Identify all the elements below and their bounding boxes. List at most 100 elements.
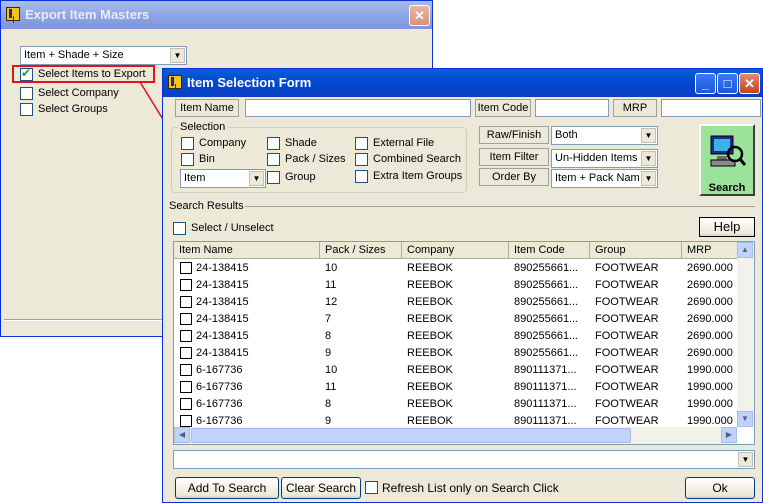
clear-search-button[interactable]: Clear Search [281, 477, 361, 499]
table-cell: 11 [325, 381, 337, 393]
column-header[interactable]: Company [402, 242, 509, 259]
item-code-label: Item Code [475, 99, 531, 117]
help-button[interactable]: Help [699, 217, 755, 237]
shade-checkbox[interactable] [267, 137, 280, 150]
table-cell: FOOTWEAR [595, 381, 659, 393]
table-cell: REEBOK [407, 347, 453, 359]
pack-sizes-checkbox[interactable] [267, 153, 280, 166]
scroll-down-icon[interactable]: ▼ [737, 411, 753, 427]
table-row[interactable]: 24-138415 12 REEBOK 890255661... FOOTWEAR 269… [174, 294, 734, 311]
scroll-up-icon[interactable]: ▲ [737, 242, 753, 258]
table-cell: 24-138415 [196, 330, 249, 342]
order-by-combo[interactable]: Item + Pack Nam ▼ [551, 169, 658, 188]
row-checkbox[interactable] [180, 415, 192, 427]
close-icon[interactable]: ✕ [739, 73, 760, 94]
select-unselect-checkbox[interactable] [173, 222, 186, 235]
column-header[interactable]: Item Code [509, 242, 590, 259]
item-name-input[interactable] [245, 99, 471, 117]
combined-search-checkbox[interactable] [355, 153, 368, 166]
horizontal-scroll-thumb[interactable] [191, 428, 631, 443]
row-checkbox[interactable] [180, 398, 192, 410]
row-checkbox[interactable] [180, 364, 192, 376]
bottom-combo[interactable]: ▼ [173, 450, 755, 469]
column-header[interactable]: MRP [682, 242, 742, 259]
item-code-input[interactable] [535, 99, 609, 117]
chevron-down-icon[interactable]: ▼ [738, 452, 753, 467]
chevron-down-icon[interactable]: ▼ [641, 151, 656, 166]
row-checkbox[interactable] [180, 330, 192, 342]
column-header[interactable]: Item Name [174, 242, 320, 259]
column-header[interactable]: Group [590, 242, 682, 259]
bin-label: Bin [199, 153, 215, 165]
shade-label: Shade [285, 137, 317, 149]
raw-finish-label: Raw/Finish [479, 126, 549, 144]
table-row[interactable]: 6-167736 11 REEBOK 890111371... FOOTWEAR 1990… [174, 379, 734, 396]
maximize-icon[interactable]: □ [717, 73, 738, 94]
company-checkbox[interactable] [181, 137, 194, 150]
table-cell: 24-138415 [196, 347, 249, 359]
table-cell: 2690.000 [687, 313, 733, 325]
chevron-down-icon[interactable]: ▼ [641, 171, 656, 186]
table-cell: 11 [325, 279, 337, 291]
vertical-scrollbar[interactable]: ▲ ▼ [737, 242, 754, 427]
table-cell: 7 [325, 313, 332, 325]
table-row[interactable]: 24-138415 11 REEBOK 890255661... FOOTWEAR 269… [174, 277, 734, 294]
table-row[interactable]: 24-138415 8 REEBOK 890255661... FOOTWEAR 2690… [174, 328, 734, 345]
row-checkbox[interactable] [180, 279, 192, 291]
table-cell: REEBOK [407, 279, 453, 291]
raw-finish-combo[interactable]: Both ▼ [551, 126, 658, 145]
scroll-left-icon[interactable]: ◀ [174, 427, 190, 443]
row-checkbox[interactable] [180, 262, 192, 274]
external-file-checkbox[interactable] [355, 137, 368, 150]
row-checkbox[interactable] [180, 347, 192, 359]
mrp-input[interactable] [661, 99, 761, 117]
type-combo[interactable]: Item ▼ [180, 169, 266, 188]
row-checkbox[interactable] [180, 296, 192, 308]
raw-finish-value: Both [555, 129, 578, 141]
horizontal-scrollbar[interactable]: ◀ ▶ [174, 427, 737, 444]
table-cell: 10 [325, 364, 338, 376]
selection-form-titlebar[interactable]: Item Selection Form _ □ ✕ [163, 69, 762, 97]
scroll-right-icon[interactable]: ▶ [721, 427, 737, 443]
add-to-search-button[interactable]: Add To Search [175, 477, 279, 499]
table-cell: 890255661... [514, 313, 579, 325]
table-cell: FOOTWEAR [595, 313, 659, 325]
combined-search-label: Combined Search [373, 153, 462, 165]
table-cell: 24-138415 [196, 279, 249, 291]
chevron-down-icon[interactable]: ▼ [249, 171, 264, 186]
extra-item-groups-label: Extra Item Groups [373, 170, 463, 182]
table-cell: 2690.000 [687, 279, 733, 291]
type-combo-value: Item [184, 172, 206, 184]
item-selection-form-window: Item Selection Form _ □ ✕ Item Name Item… [162, 68, 763, 503]
search-results-label: Search Results [169, 200, 244, 212]
bin-checkbox[interactable] [181, 153, 194, 166]
table-row[interactable]: 24-138415 7 REEBOK 890255661... FOOTWEAR 2690… [174, 311, 734, 328]
group-label: Group [285, 171, 316, 183]
results-grid: Item Name Pack / Sizes Company Item Code Gro… [173, 241, 755, 445]
table-cell: 2690.000 [687, 347, 733, 359]
table-row[interactable]: 24-138415 10 REEBOK 890255661... FOOTWEAR 269… [174, 260, 734, 277]
item-filter-combo[interactable]: Un-Hidden Items ▼ [551, 149, 658, 168]
table-cell: REEBOK [407, 381, 453, 393]
row-checkbox[interactable] [180, 313, 192, 325]
minimize-icon[interactable]: _ [695, 73, 716, 94]
chevron-down-icon[interactable]: ▼ [641, 128, 656, 143]
item-filter-label: Item Filter [479, 148, 549, 166]
table-cell: 12 [325, 296, 338, 308]
table-row[interactable]: 6-167736 10 REEBOK 890111371... FOOTWEAR 1990… [174, 362, 734, 379]
column-header[interactable]: Pack / Sizes [320, 242, 402, 259]
row-checkbox[interactable] [180, 381, 192, 393]
order-by-value: Item + Pack Nam [555, 172, 639, 184]
search-button[interactable]: Search [699, 124, 755, 196]
table-cell: REEBOK [407, 330, 453, 342]
table-row[interactable]: 24-138415 9 REEBOK 890255661... FOOTWEAR 2690… [174, 345, 734, 362]
table-cell: 890255661... [514, 330, 579, 342]
group-checkbox[interactable] [267, 171, 280, 184]
table-cell: REEBOK [407, 313, 453, 325]
table-cell: 8 [325, 330, 332, 342]
ok-button[interactable]: Ok [685, 477, 755, 499]
company-label: Company [199, 137, 247, 149]
refresh-checkbox[interactable] [365, 481, 378, 494]
table-row[interactable]: 6-167736 8 REEBOK 890111371... FOOTWEAR 1990.… [174, 396, 734, 413]
extra-item-groups-checkbox[interactable] [355, 170, 368, 183]
